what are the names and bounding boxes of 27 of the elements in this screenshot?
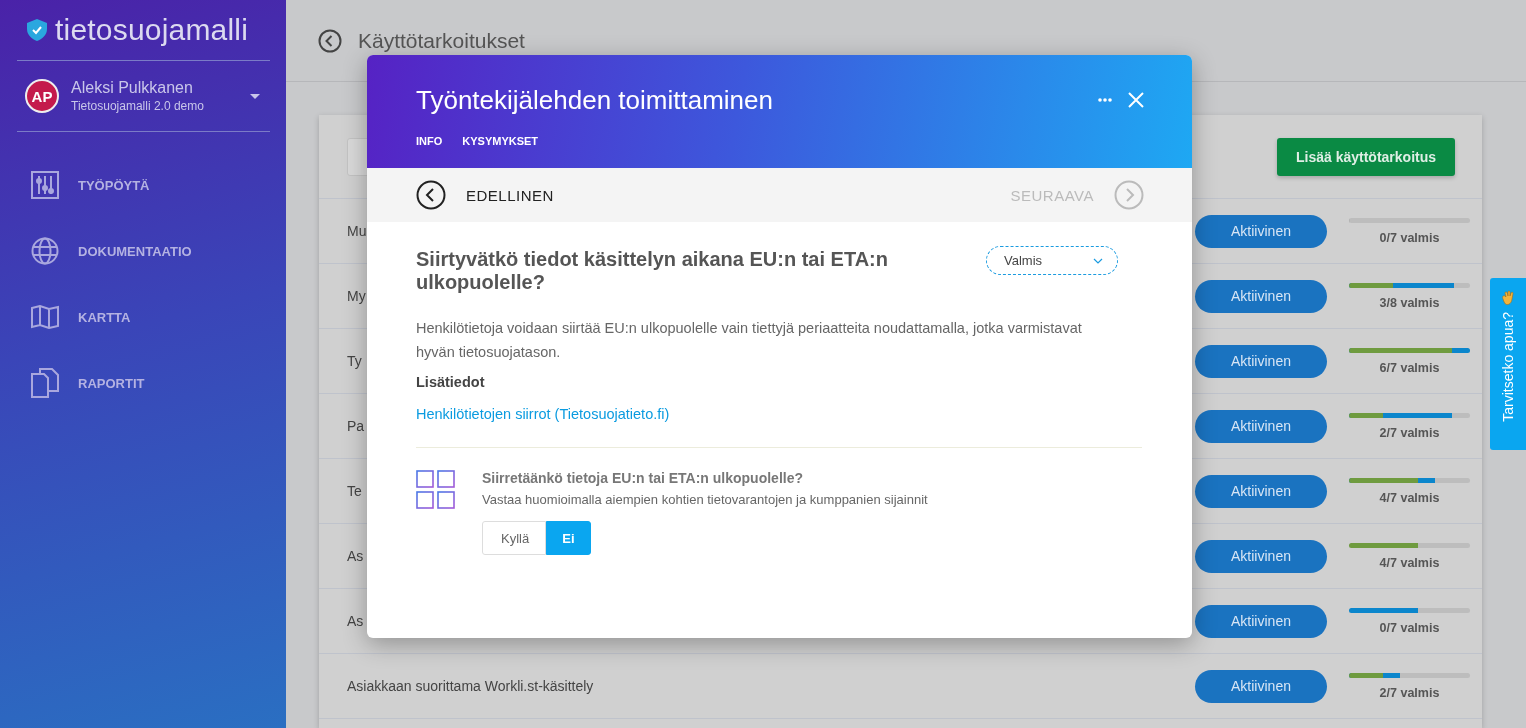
avatar: AP bbox=[25, 79, 59, 113]
progress-reading: 0/7 valmis bbox=[1379, 620, 1440, 635]
progress-reading: 2/7 valmis bbox=[1379, 425, 1440, 440]
progress-reading: 4/7 valmis bbox=[1379, 490, 1440, 505]
row-name: As bbox=[347, 548, 364, 564]
page-title: Käyttötarkoitukset bbox=[358, 28, 525, 53]
progress-reading: 3/8 valmis bbox=[1379, 295, 1440, 310]
subquestion-title: Siirretäänkö tietoja EU:n tai ETA:n ulkopuolelle? bbox=[482, 470, 804, 486]
user-name: Aleksi Pulkkanen bbox=[71, 79, 194, 97]
row-name: Pa bbox=[347, 418, 365, 434]
logo-text: tietosuojamalli bbox=[55, 13, 249, 47]
description-text: Henkilötietoja voidaan siirtää EU:n ulkopuolelle vain tiettyjä periaatteita noudattamalla, jotka varmistavat hyvän tietosuojatason. bbox=[416, 319, 1083, 362]
row-name: My bbox=[347, 288, 366, 304]
modal-title: Työntekijälehden toimittaminen bbox=[416, 84, 774, 116]
progress-reading: 6/7 valmis bbox=[1379, 360, 1440, 375]
row-name: Ty bbox=[347, 353, 362, 369]
subquestion-hint: Vastaa huomioimalla aiempien kohtien tietovarantojen ja kumppanien sijainnit bbox=[482, 492, 928, 507]
row-name: Te bbox=[347, 483, 362, 499]
more-info-heading: Lisätiedot bbox=[416, 374, 486, 390]
row-name: As bbox=[347, 613, 364, 629]
progress-reading: 0/7 valmis bbox=[1379, 230, 1440, 245]
row-name: Mu bbox=[347, 223, 367, 239]
row-name: Asiakkaan suorittama Workli.st-käsittely bbox=[347, 678, 594, 694]
progress-reading: 2/7 valmis bbox=[1379, 685, 1440, 700]
question-heading: Siirtyvätkö tiedot käsittelyn aikana EU:n tai ETA:n ulkopuolelle? bbox=[416, 248, 889, 294]
progress-reading: 4/7 valmis bbox=[1379, 555, 1440, 570]
organization-name: Tietosuojamalli 2.0 demo bbox=[71, 99, 205, 113]
